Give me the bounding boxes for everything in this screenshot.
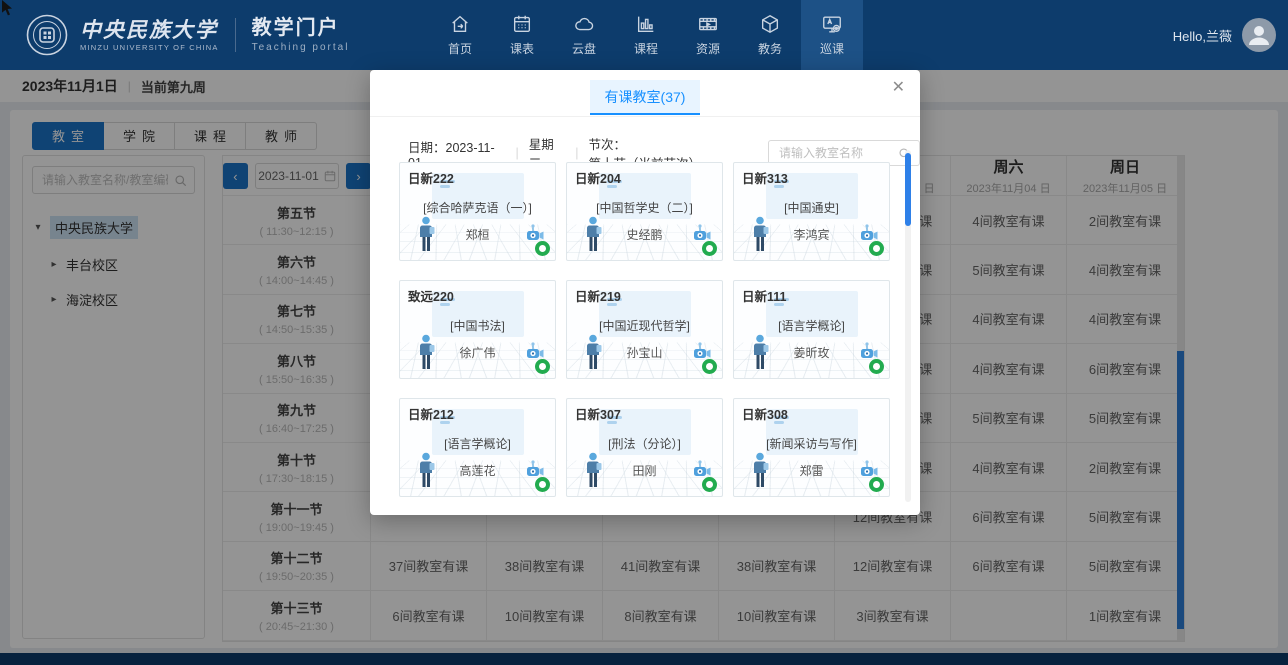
nav-item-label: 巡课 — [820, 40, 844, 57]
nav-item-calendar[interactable]: 课表 — [491, 0, 553, 70]
close-icon[interactable]: ✕ — [892, 79, 905, 95]
calendar-icon — [511, 13, 533, 35]
top-navbar: 中央民族大学 MINZU UNIVERSITY OF CHINA 教学门户 Te… — [0, 0, 1288, 70]
room-name: 日新313 — [742, 168, 788, 187]
course-name: [语言学概论] — [734, 317, 889, 334]
room-name: 日新308 — [742, 404, 788, 423]
room-card-1[interactable]: 日新204[中国哲学史（二）]史经鹏 — [566, 162, 723, 261]
modal-scrollbar-thumb[interactable] — [905, 153, 911, 226]
nav-item-cube[interactable]: 教务 — [739, 0, 801, 70]
room-name: 日新212 — [408, 404, 454, 423]
camera-online-indicator — [702, 477, 717, 492]
nav-item-label: 课程 — [634, 40, 658, 57]
room-card-5[interactable]: 日新111[语言学概论]姜昕玫 — [733, 280, 890, 379]
nav-item-patrol[interactable]: 巡课 — [801, 0, 863, 70]
cloud-icon — [573, 13, 595, 35]
camera-online-indicator — [869, 241, 884, 256]
nav-item-label: 云盘 — [572, 40, 596, 57]
avatar-person-icon — [1242, 18, 1276, 52]
user-area: Hello,兰薇 — [1173, 0, 1276, 70]
portal-title-cn: 教学门户 — [252, 17, 350, 39]
camera-online-indicator — [535, 477, 550, 492]
cube-icon — [759, 13, 781, 35]
home-icon — [449, 13, 471, 35]
room-card-2[interactable]: 日新313[中国通史]李鸿宾 — [733, 162, 890, 261]
user-greeting: Hello,兰薇 — [1173, 26, 1232, 45]
room-name: 日新111 — [742, 286, 786, 305]
info-divider: | — [516, 146, 519, 160]
course-name: [语言学概论] — [400, 435, 555, 452]
nav-item-label: 首页 — [448, 40, 472, 57]
camera-online-indicator — [702, 359, 717, 374]
modal-search-input[interactable] — [777, 145, 894, 161]
nav-item-label: 课表 — [510, 40, 534, 57]
course-name: [中国书法] — [400, 317, 555, 334]
nav-item-label: 资源 — [696, 40, 720, 57]
modal-tab-bar: 有课教室(37) — [370, 70, 920, 117]
room-card-0[interactable]: 日新222[综合哈萨克语（一）]郑桓 — [399, 162, 556, 261]
user-avatar[interactable] — [1242, 18, 1276, 52]
film-icon — [697, 13, 719, 35]
occupied-rooms-modal: ✕ 有课教室(37) 日期：2023-11-01 | 星期三 | 节次：第十节（… — [370, 70, 920, 515]
course-name: [刑法（分论）] — [567, 435, 722, 452]
camera-online-indicator — [869, 359, 884, 374]
tab-occupied-rooms[interactable]: 有课教室(37) — [590, 80, 701, 115]
camera-online-indicator — [702, 241, 717, 256]
patrol-icon — [821, 13, 843, 35]
modal-scrollbar-track[interactable] — [905, 150, 911, 502]
course-name: [新闻采访与写作] — [734, 435, 889, 452]
logo-area: 中央民族大学 MINZU UNIVERSITY OF CHINA 教学门户 Te… — [26, 0, 349, 70]
logo-divider — [235, 18, 236, 52]
course-name: [中国哲学史（二）] — [567, 199, 722, 216]
room-name: 日新219 — [575, 286, 621, 305]
room-name: 日新204 — [575, 168, 621, 187]
room-card-7[interactable]: 日新307[刑法（分论）]田刚 — [566, 398, 723, 497]
course-name: [综合哈萨克语（一）] — [400, 199, 555, 216]
nav-item-label: 教务 — [758, 40, 782, 57]
camera-online-indicator — [869, 477, 884, 492]
chart-icon — [635, 13, 657, 35]
nav-item-home[interactable]: 首页 — [429, 0, 491, 70]
room-card-4[interactable]: 日新219[中国近现代哲学]孙宝山 — [566, 280, 723, 379]
university-logo-icon — [26, 14, 68, 56]
course-name: [中国通史] — [734, 199, 889, 216]
room-name: 日新307 — [575, 404, 621, 423]
room-card-6[interactable]: 日新212[语言学概论]高莲花 — [399, 398, 556, 497]
room-card-8[interactable]: 日新308[新闻采访与写作]郑雷 — [733, 398, 890, 497]
portal-title-en: Teaching portal — [252, 42, 350, 53]
course-name: [中国近现代哲学] — [567, 317, 722, 334]
nav-item-chart[interactable]: 课程 — [615, 0, 677, 70]
university-name-en: MINZU UNIVERSITY OF CHINA — [80, 44, 219, 52]
camera-online-indicator — [535, 359, 550, 374]
university-name-cn: 中央民族大学 — [80, 18, 219, 41]
room-card-3[interactable]: 致远220[中国书法]徐广伟 — [399, 280, 556, 379]
room-cards-grid: 日新222[综合哈萨克语（一）]郑桓日新204[中国哲学史（二）]史经鹏日新31… — [399, 162, 890, 497]
nav-item-film[interactable]: 资源 — [677, 0, 739, 70]
room-name: 致远220 — [408, 286, 454, 305]
info-divider-2: | — [575, 146, 578, 160]
nav-item-cloud[interactable]: 云盘 — [553, 0, 615, 70]
camera-online-indicator — [535, 241, 550, 256]
room-name: 日新222 — [408, 168, 454, 187]
nav-menu: 首页 课表 云盘 课程 资源 教务 巡课 — [429, 0, 863, 70]
